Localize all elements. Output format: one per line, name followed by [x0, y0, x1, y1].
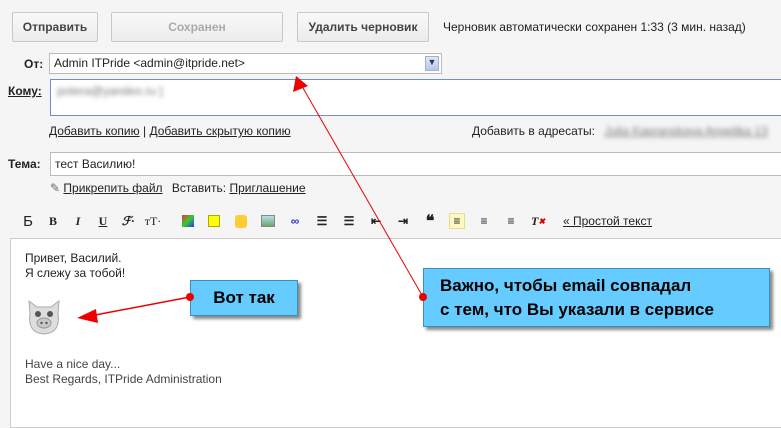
from-label: От:	[24, 57, 44, 71]
link-icon[interactable]: ∞	[287, 213, 303, 229]
callout-email-notice: Важно, чтобы email совпадал с тем, что В…	[423, 268, 770, 327]
bulleted-list-icon[interactable]: ☰	[341, 213, 357, 229]
subject-input[interactable]: тест Василию!	[50, 152, 781, 176]
from-value: Admin ITPride <admin@itpride.net>	[54, 56, 245, 70]
font-size-button[interactable]: тT·	[143, 213, 163, 229]
font-menu-icon[interactable]: Б	[20, 213, 36, 230]
paperclip-icon: ✎	[50, 181, 61, 195]
emoticon-icon[interactable]	[233, 213, 249, 229]
suggested-recipients[interactable]: Julia Kapranskaya Angelika 13	[604, 124, 767, 138]
callout-line: с тем, что Вы указали в сервисе	[440, 300, 714, 319]
callout-here: Вот так	[190, 280, 298, 316]
font-family-button[interactable]: ℱ·	[118, 213, 138, 229]
plain-text-link[interactable]: « Простой текст	[563, 214, 652, 228]
subject-label: Тема:	[8, 157, 41, 171]
image-icon[interactable]	[260, 213, 276, 229]
add-bcc-link[interactable]: Добавить скрытую копию	[149, 124, 290, 138]
highlight-icon[interactable]	[206, 213, 222, 229]
underline-button[interactable]: U	[95, 213, 111, 229]
align-center-icon[interactable]: ≡	[476, 213, 492, 229]
text-color-icon[interactable]	[180, 213, 196, 229]
send-button[interactable]: Отправить	[12, 12, 98, 42]
remove-formatting-icon[interactable]: T ✖	[530, 213, 546, 229]
callout-line: Важно, чтобы email совпадал	[440, 276, 692, 295]
add-recipients-label: Добавить в адресаты:	[472, 124, 595, 138]
numbered-list-icon[interactable]: ☰	[314, 213, 330, 229]
insert-label: Вставить:	[171, 181, 227, 195]
invitation-link[interactable]: Приглашение	[229, 181, 305, 195]
pig-emoticon-icon	[25, 297, 63, 335]
separator: |	[142, 124, 147, 138]
attach-file-link[interactable]: Прикрепить файл	[63, 181, 162, 195]
saved-button[interactable]: Сохранен	[111, 12, 283, 42]
to-input[interactable]: poterа@yandex.ru ]	[50, 79, 781, 116]
from-select[interactable]: Admin ITPride <admin@itpride.net> ▼	[49, 53, 442, 74]
italic-button[interactable]: I	[70, 213, 86, 229]
add-cc-link[interactable]: Добавить копию	[49, 124, 140, 138]
to-label[interactable]: Кому:	[8, 84, 42, 98]
body-line: Have a nice day...	[25, 357, 121, 371]
body-line: Привет, Василий.	[25, 251, 122, 265]
align-left-icon[interactable]: ≡	[449, 213, 465, 229]
delete-draft-button[interactable]: Удалить черновик	[297, 12, 429, 42]
outdent-icon[interactable]: ⇤	[368, 213, 384, 229]
align-right-icon[interactable]: ≡	[503, 213, 519, 229]
autosave-status: Черновик автоматически сохранен 1:33 (3 …	[443, 20, 746, 34]
to-value: poterа@yandex.ru ]	[57, 84, 163, 98]
body-line: Я слежу за тобой!	[25, 266, 126, 280]
bold-button[interactable]: B	[45, 213, 61, 229]
indent-icon[interactable]: ⇥	[395, 213, 411, 229]
body-line: Best Regards, ITPride Administration	[25, 372, 222, 386]
chevron-down-icon[interactable]: ▼	[425, 56, 439, 71]
quote-icon[interactable]: ❝	[422, 213, 438, 230]
subject-value: тест Василию!	[55, 157, 136, 171]
message-body-editor[interactable]: Привет, Василий. Я слежу за тобой! Have …	[10, 238, 781, 428]
